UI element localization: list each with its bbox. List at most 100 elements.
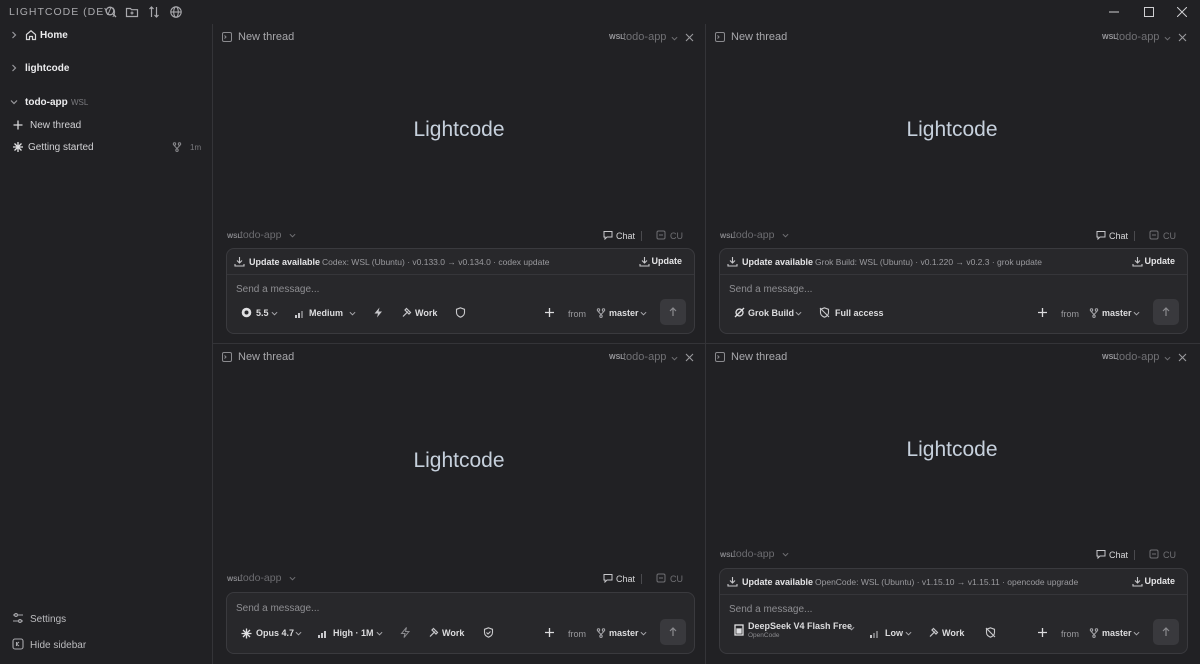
effort-selector[interactable]: High · 1M <box>333 628 374 638</box>
shield-off-icon[interactable] <box>985 627 996 638</box>
project-selector[interactable]: todo-app <box>240 572 281 584</box>
plus-icon[interactable] <box>1037 627 1048 638</box>
close-window-button[interactable] <box>1164 0 1200 24</box>
chevron-down-icon <box>782 551 789 558</box>
chat-icon <box>1096 230 1106 240</box>
close-pane-button[interactable] <box>685 33 694 42</box>
update-button[interactable]: Update <box>651 256 682 266</box>
settings-button[interactable]: Settings <box>0 609 212 629</box>
download-icon <box>1132 576 1143 587</box>
thread-title: New thread <box>238 351 295 363</box>
sidebar-item-label: Home <box>40 30 68 41</box>
update-banner: Update available Grok Build: WSL (Ubuntu… <box>720 249 1187 275</box>
settings-icon <box>12 612 24 624</box>
model-selector[interactable]: Opus 4.7 <box>256 628 294 638</box>
chevron-right-icon <box>10 31 18 39</box>
thread-item[interactable]: Getting started 1m <box>0 137 212 157</box>
update-title: Update available <box>742 257 814 267</box>
mode-selector[interactable]: Work <box>415 308 437 318</box>
close-pane-button[interactable] <box>1178 353 1187 362</box>
project-selector[interactable]: todo-app <box>623 351 666 363</box>
chevron-down-icon <box>640 310 647 317</box>
chevron-down-icon <box>848 625 855 632</box>
lightning-icon[interactable] <box>400 627 411 638</box>
lightning-icon[interactable] <box>373 307 384 318</box>
close-pane-button[interactable] <box>685 353 694 362</box>
project-selector[interactable]: todo-app <box>1116 31 1159 43</box>
cu-tab[interactable]: CU <box>1163 550 1176 560</box>
chevron-down-icon <box>1164 355 1171 362</box>
maximize-button[interactable] <box>1131 0 1167 24</box>
cu-tab[interactable]: CU <box>670 574 683 584</box>
pane-header: New thread WSL todo-app <box>706 344 1198 370</box>
sidebar-project-lightcode[interactable]: lightcode <box>0 58 212 78</box>
mode-selector[interactable]: Work <box>442 628 464 638</box>
plus-icon[interactable] <box>544 307 555 318</box>
effort-selector[interactable]: Medium <box>309 308 343 318</box>
open-folder-icon[interactable] <box>125 5 139 19</box>
new-thread-button[interactable]: New thread <box>0 115 212 135</box>
new-thread-label: New thread <box>30 120 82 131</box>
model-selector[interactable]: Grok Build <box>748 308 794 318</box>
message-input[interactable]: Send a message... <box>729 604 812 615</box>
branch-selector[interactable]: master <box>1102 628 1132 638</box>
cu-tab[interactable]: CU <box>1163 231 1176 241</box>
project-selector[interactable]: todo-app <box>623 31 666 43</box>
project-selector[interactable]: todo-app <box>240 229 281 241</box>
chat-tab[interactable]: Chat <box>1109 231 1128 241</box>
message-input[interactable]: Send a message... <box>236 603 319 614</box>
branch-selector[interactable]: master <box>609 308 639 318</box>
divider <box>1134 550 1135 560</box>
shield-check-icon[interactable] <box>483 627 494 638</box>
sidebar-item-home[interactable]: Home <box>0 25 212 45</box>
globe-icon[interactable] <box>169 5 183 19</box>
access-selector[interactable]: Full access <box>835 308 884 318</box>
branch-selector[interactable]: master <box>1102 308 1132 318</box>
close-pane-button[interactable] <box>1178 33 1187 42</box>
plus-icon[interactable] <box>544 627 555 638</box>
send-button[interactable] <box>660 299 686 325</box>
send-button[interactable] <box>1153 619 1179 645</box>
shield-icon[interactable] <box>455 307 466 318</box>
update-button[interactable]: Update <box>1144 256 1175 266</box>
minimize-button[interactable] <box>1096 0 1132 24</box>
branch-icon <box>1089 628 1099 638</box>
effort-selector[interactable]: Low <box>885 628 903 638</box>
send-button[interactable] <box>1153 299 1179 325</box>
plus-icon[interactable] <box>1037 307 1048 318</box>
hammer-icon <box>428 627 439 638</box>
divider <box>641 574 642 584</box>
project-selector[interactable]: todo-app <box>1116 351 1159 363</box>
chevron-down-icon <box>295 630 302 637</box>
search-icon[interactable] <box>104 5 118 19</box>
thread-icon <box>715 352 725 362</box>
sidebar: Home lightcode todo-app WSL New thread G… <box>0 24 213 664</box>
update-button[interactable]: Update <box>1144 576 1175 586</box>
chat-tab[interactable]: Chat <box>616 231 635 241</box>
chat-tab[interactable]: Chat <box>1109 550 1128 560</box>
settings-label: Settings <box>30 614 67 625</box>
model-selector[interactable]: DeepSeek V4 Flash Free <box>748 621 852 631</box>
send-button[interactable] <box>660 619 686 645</box>
chat-icon <box>603 573 613 583</box>
mode-selector[interactable]: Work <box>942 628 964 638</box>
branch-selector[interactable]: master <box>609 628 639 638</box>
cu-tab[interactable]: CU <box>670 231 683 241</box>
chat-icon <box>603 230 613 240</box>
chevron-down-icon <box>671 355 678 362</box>
sort-icon[interactable] <box>147 5 161 19</box>
model-selector[interactable]: 5.5 <box>256 308 269 318</box>
cu-icon <box>1149 230 1159 240</box>
message-input[interactable]: Send a message... <box>236 284 319 295</box>
project-selector[interactable]: todo-app <box>733 229 774 241</box>
project-name: lightcode <box>25 63 70 74</box>
message-input[interactable]: Send a message... <box>729 284 812 295</box>
sidebar-toggle-icon <box>12 638 24 650</box>
hide-sidebar-button[interactable]: Hide sidebar <box>0 635 212 655</box>
composer: Update available Codex: WSL (Ubuntu) · v… <box>226 248 695 334</box>
sidebar-project-todo-app[interactable]: todo-app WSL <box>0 92 212 112</box>
pane-header: New thread WSL todo-app <box>213 344 705 370</box>
chevron-down-icon <box>671 35 678 42</box>
chat-tab[interactable]: Chat <box>616 574 635 584</box>
project-selector[interactable]: todo-app <box>733 548 774 560</box>
